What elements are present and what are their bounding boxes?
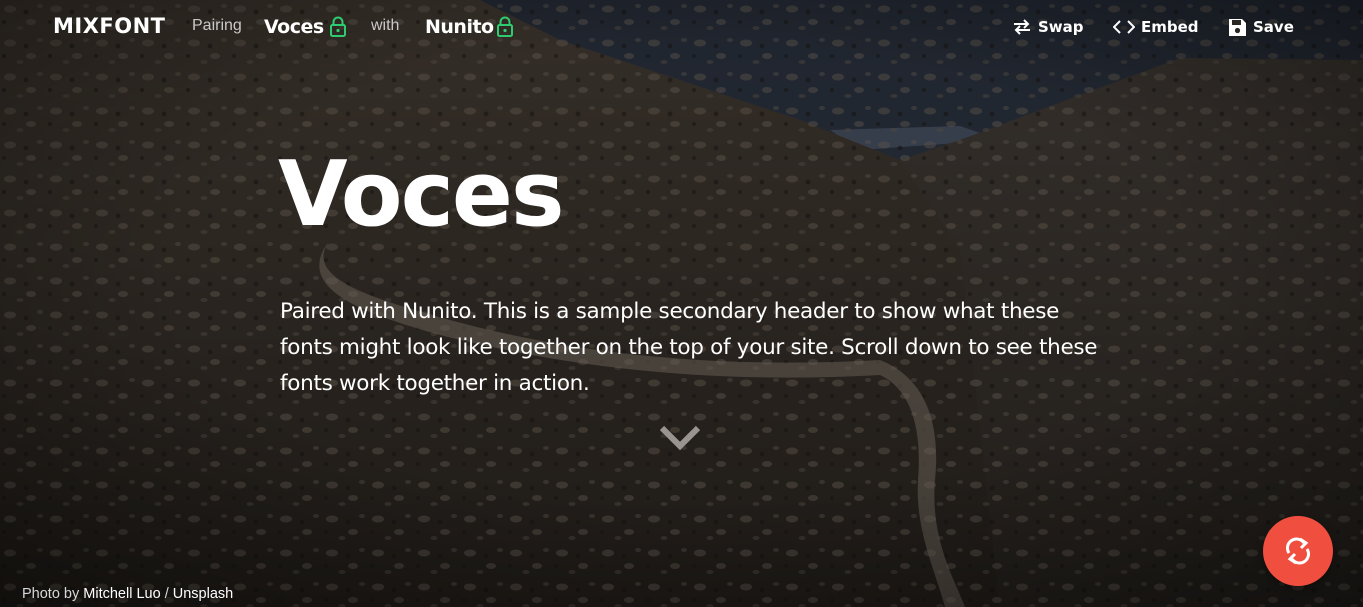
- mixfont-logo[interactable]: MIXFONT: [53, 14, 166, 38]
- with-label: with: [371, 17, 400, 34]
- hero-title: Voces: [278, 142, 565, 247]
- credit-prefix: Photo by: [22, 586, 80, 602]
- credit-source-link[interactable]: Unsplash: [173, 586, 233, 602]
- hero-subtitle: Paired with Nunito. This is a sample sec…: [280, 299, 1098, 396]
- save-button[interactable]: Save: [1228, 16, 1294, 38]
- photo-credit: Photo by Mitchell Luo / Unsplash: [22, 586, 233, 602]
- primary-font-lock-icon[interactable]: [329, 16, 347, 38]
- top-navigation-bar: MIXFONT Pairing Voces with Nunito Swap E…: [0, 0, 1363, 56]
- secondary-font-name[interactable]: Nunito: [425, 16, 494, 38]
- swap-icon: [1014, 19, 1030, 35]
- swap-button[interactable]: Swap: [1012, 16, 1084, 38]
- credit-author-link[interactable]: Mitchell Luo: [83, 586, 160, 602]
- floppy-disk-icon: [1229, 18, 1246, 36]
- embed-label: Embed: [1141, 18, 1199, 36]
- refresh-fonts-button[interactable]: [1263, 516, 1333, 586]
- credit-separator: /: [164, 586, 169, 602]
- chevron-down-icon[interactable]: [659, 424, 701, 454]
- refresh-icon: [1286, 537, 1310, 565]
- hero-section: MIXFONT Pairing Voces with Nunito Swap E…: [0, 0, 1363, 607]
- embed-button[interactable]: Embed: [1113, 16, 1199, 38]
- swap-label: Swap: [1038, 18, 1084, 36]
- save-label: Save: [1253, 18, 1294, 36]
- primary-font-name[interactable]: Voces: [264, 16, 324, 38]
- secondary-font-lock-icon[interactable]: [496, 16, 514, 38]
- code-icon: [1113, 20, 1135, 34]
- pairing-label: Pairing: [192, 17, 242, 34]
